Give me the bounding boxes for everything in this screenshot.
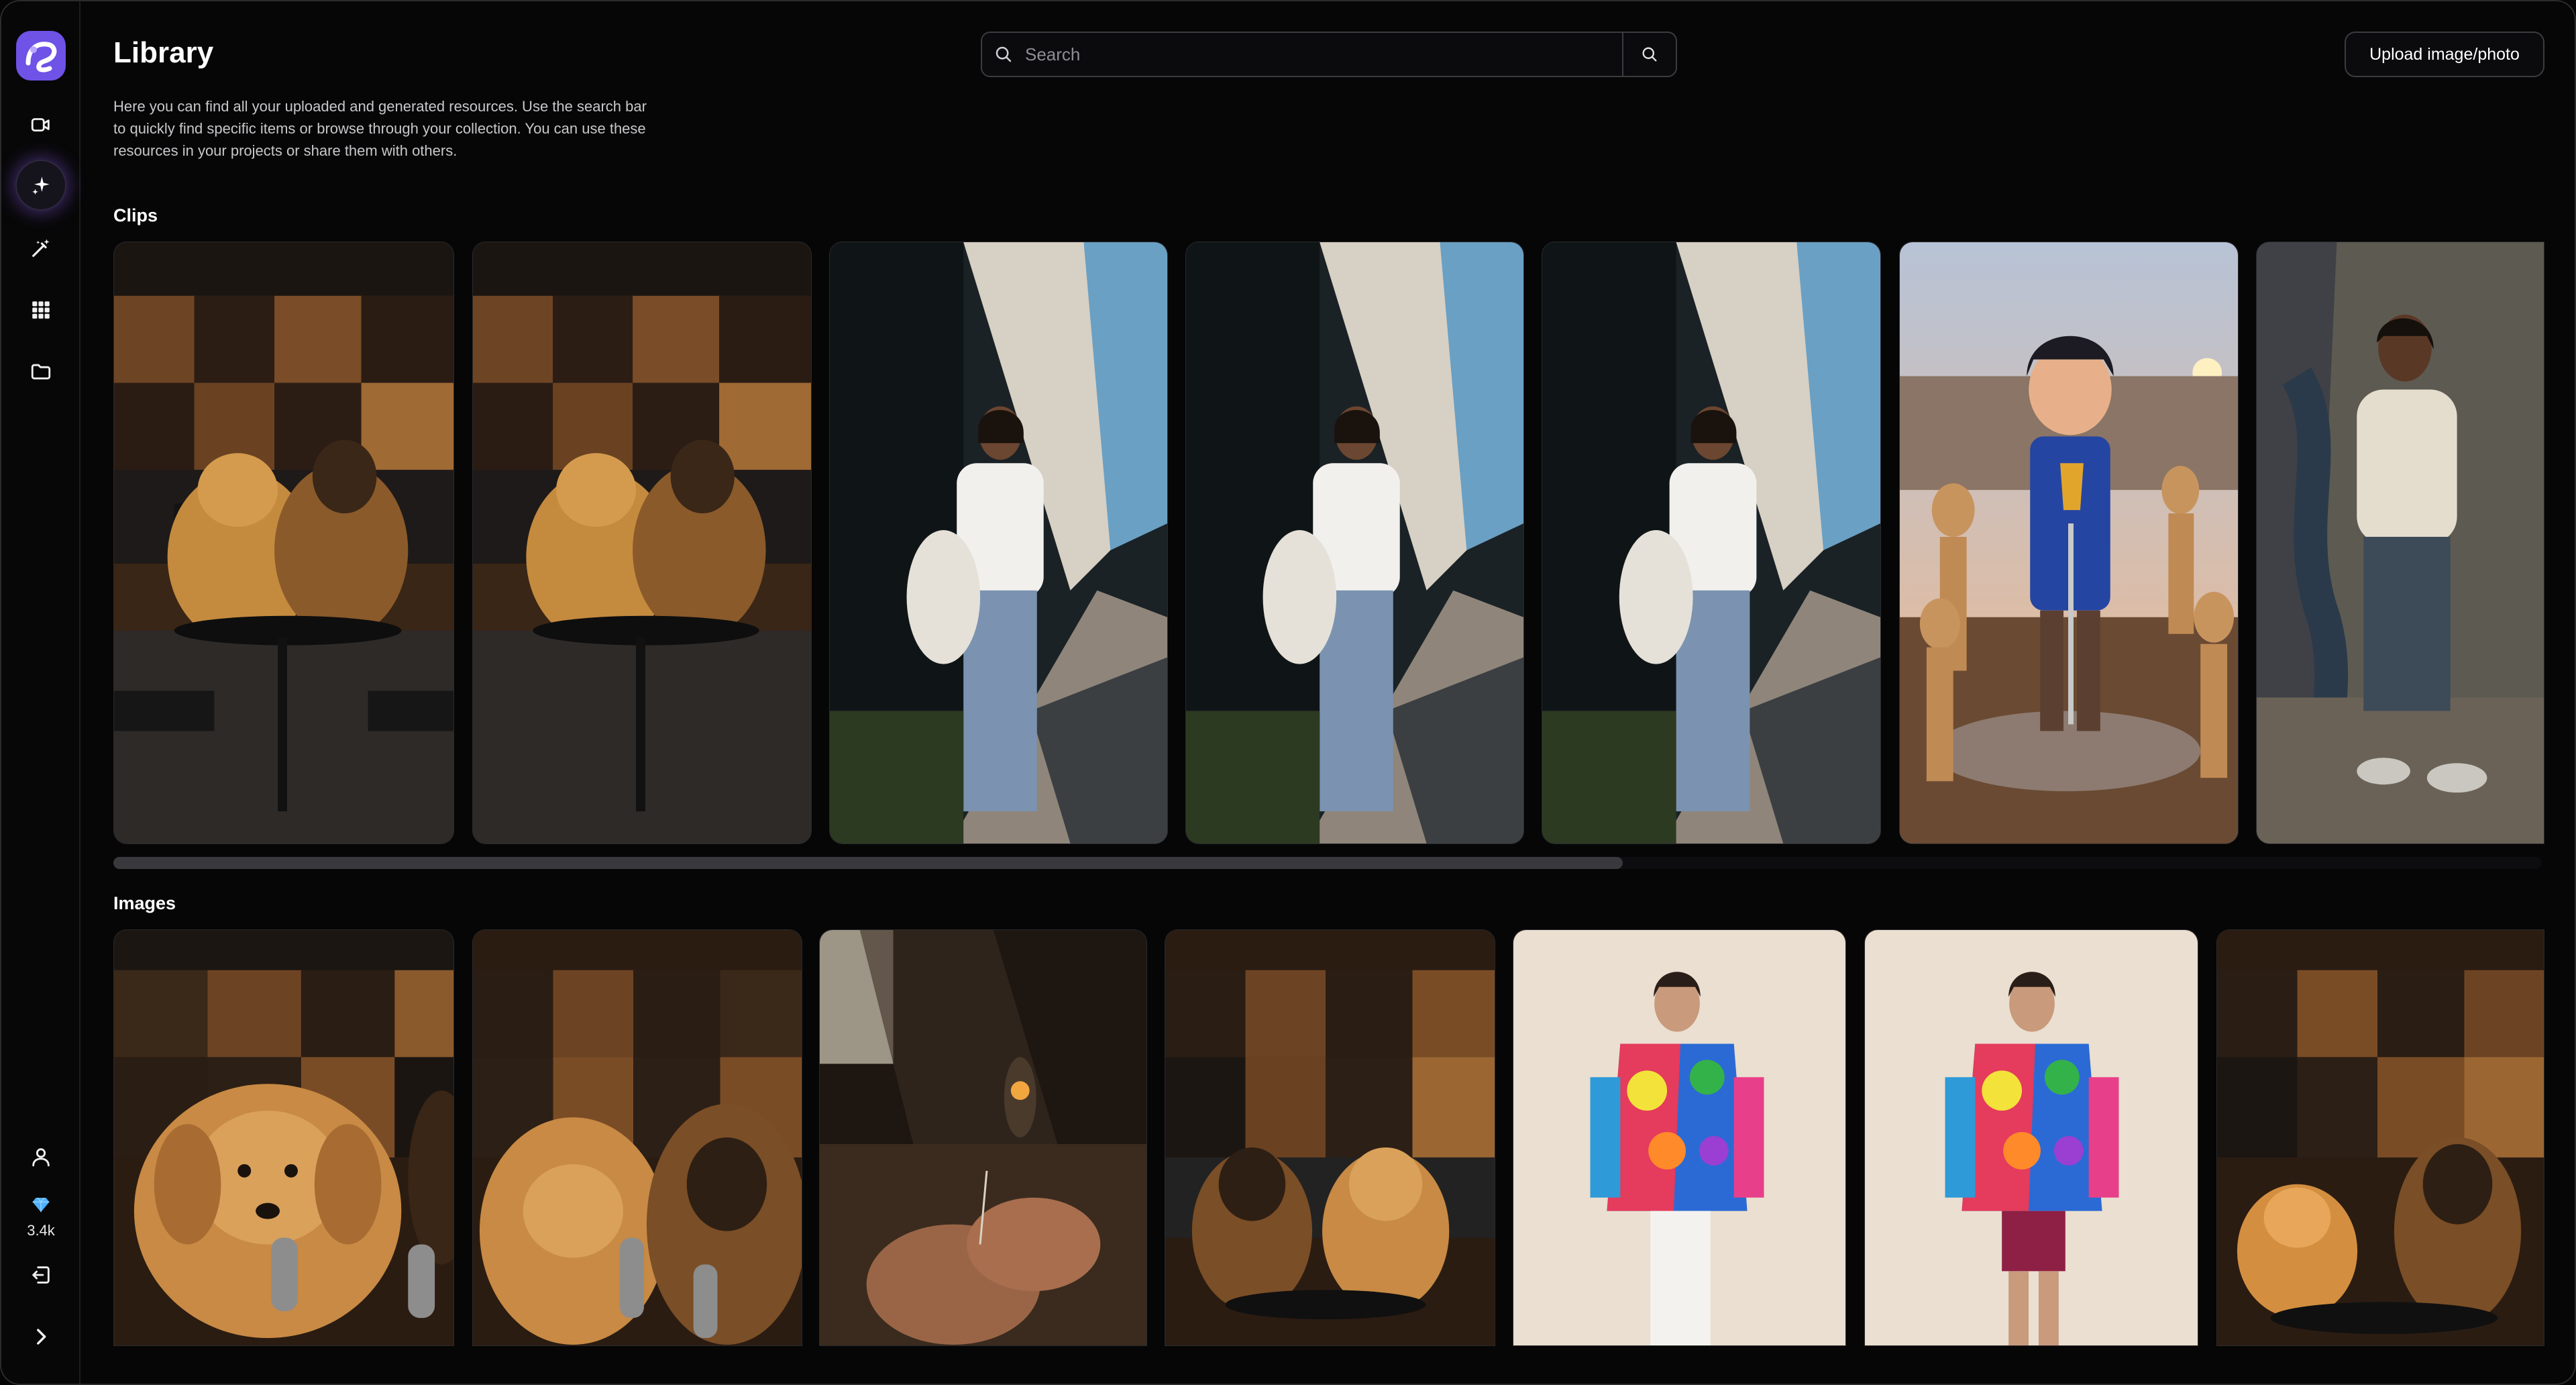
- clip-thumbnail: [1186, 242, 1523, 843]
- search-icon: [982, 33, 1025, 76]
- clips-scrollbar-thumb[interactable]: [113, 857, 1623, 869]
- magic-wand-icon: [32, 239, 50, 257]
- user-icon: [32, 1148, 50, 1167]
- clips-section-title: Clips: [113, 205, 158, 225]
- image-card[interactable]: [2216, 929, 2544, 1346]
- search-icon: [1642, 47, 1657, 62]
- search-input[interactable]: [1025, 33, 1622, 76]
- nav-clips[interactable]: [17, 101, 65, 149]
- clip-card[interactable]: [1899, 242, 2239, 844]
- logout-button[interactable]: [17, 1251, 65, 1299]
- image-thumbnail: [2217, 930, 2544, 1345]
- apps-grid-icon: [32, 301, 50, 319]
- clip-thumbnail: [2257, 242, 2544, 843]
- upload-image-button[interactable]: Upload image/photo: [2345, 32, 2544, 77]
- folder-icon: [31, 364, 51, 380]
- clip-thumbnail: [114, 242, 453, 843]
- image-card[interactable]: [1513, 929, 1846, 1346]
- clip-card[interactable]: [472, 242, 812, 844]
- clip-card[interactable]: [2256, 242, 2544, 844]
- nav-apps[interactable]: [17, 286, 65, 334]
- clip-thumbnail: [1542, 242, 1880, 843]
- image-card[interactable]: [819, 929, 1147, 1346]
- credits-count: 3.4k: [27, 1222, 55, 1239]
- images-section-title: Images: [113, 893, 176, 913]
- sparkle-icon: [32, 176, 50, 195]
- sidebar: 3.4k: [1, 1, 80, 1384]
- brand-logo[interactable]: [16, 31, 66, 81]
- nav-library[interactable]: [17, 348, 65, 396]
- image-thumbnail: [114, 930, 453, 1345]
- search-submit-button[interactable]: [1622, 33, 1676, 76]
- clip-thumbnail: [830, 242, 1167, 843]
- credits-indicator[interactable]: 3.4k: [11, 1194, 71, 1239]
- image-card[interactable]: [472, 929, 802, 1346]
- page-title: Library: [113, 36, 214, 69]
- image-thumbnail: [820, 930, 1146, 1345]
- clip-card[interactable]: [1542, 242, 1881, 844]
- diamond-icon: [32, 1197, 50, 1213]
- clip-thumbnail: [1900, 242, 2238, 843]
- logout-icon: [32, 1266, 50, 1284]
- image-thumbnail: [1865, 930, 2198, 1345]
- video-clip-icon: [31, 118, 50, 132]
- image-card[interactable]: [113, 929, 454, 1346]
- image-card[interactable]: [1165, 929, 1495, 1346]
- clip-thumbnail: [473, 242, 811, 843]
- image-thumbnail: [473, 930, 802, 1345]
- chevron-right-icon: [37, 1329, 46, 1345]
- page-description: Here you can find all your uploaded and …: [113, 98, 647, 159]
- nav-tools[interactable]: [17, 224, 65, 272]
- expand-sidebar-button[interactable]: [17, 1313, 65, 1361]
- clip-card[interactable]: [1185, 242, 1524, 844]
- image-thumbnail: [1513, 930, 1845, 1345]
- app-window: 3.4k Library Here you can find all your …: [0, 0, 2576, 1385]
- profile-button[interactable]: [17, 1133, 65, 1181]
- image-thumbnail: [1165, 930, 1495, 1345]
- nav-generate[interactable]: [17, 161, 65, 209]
- image-card[interactable]: [1864, 929, 2198, 1346]
- search-bar: [981, 32, 1677, 77]
- clip-card[interactable]: [829, 242, 1168, 844]
- clip-card[interactable]: [113, 242, 454, 844]
